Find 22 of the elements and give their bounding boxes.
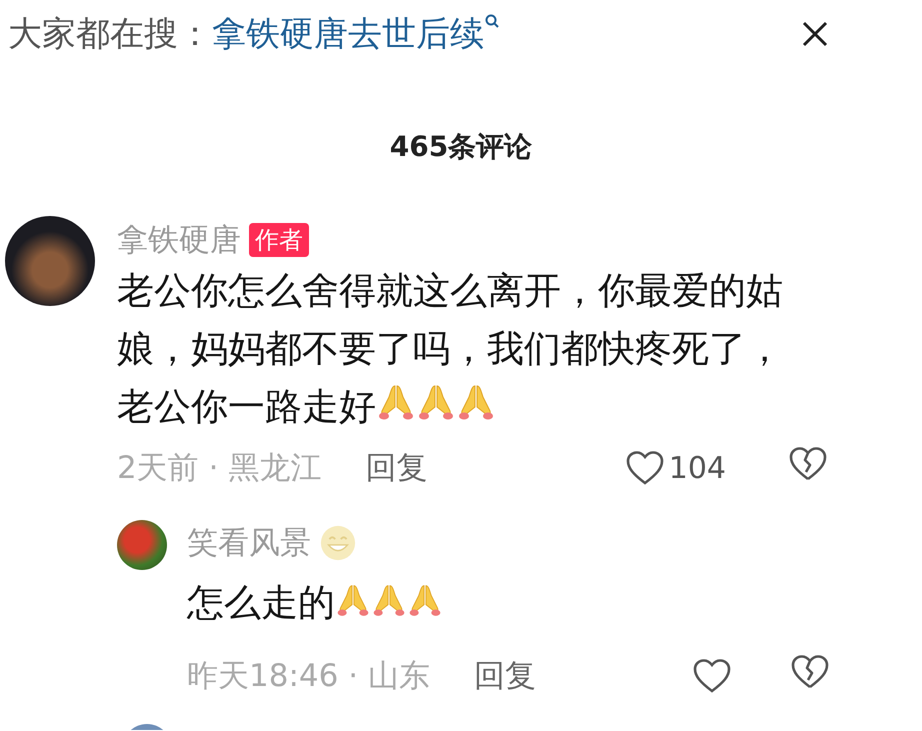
- trending-search-link[interactable]: 拿铁硬唐去世后续: [212, 11, 500, 57]
- reply-link[interactable]: 回复: [365, 447, 428, 489]
- trending-label: 大家都在搜：: [8, 13, 212, 56]
- like-count: 104: [668, 450, 726, 486]
- broken-heart-icon[interactable]: [790, 654, 830, 690]
- reply-link[interactable]: 回复: [474, 655, 536, 697]
- heart-icon[interactable]: [624, 450, 665, 486]
- close-icon[interactable]: [802, 21, 828, 47]
- search-icon: [484, 13, 500, 29]
- comment-time-location: 昨天18:46 · 山东: [187, 657, 430, 696]
- comment-text: 怎么走的: [187, 574, 797, 632]
- praying-hands-icon: [371, 583, 407, 619]
- broken-heart-icon[interactable]: [788, 446, 828, 482]
- comment-count: 465条评论: [390, 129, 532, 165]
- smiling-face-icon: [319, 524, 357, 562]
- comment-time-location: 2天前 · 黑龙江: [117, 449, 322, 488]
- praying-hands-icon: [335, 583, 371, 619]
- praying-hands-icon: [407, 583, 443, 619]
- heart-icon[interactable]: [692, 658, 732, 694]
- author-badge: 作者: [249, 223, 309, 257]
- avatar-photo-placeholder[interactable]: [117, 520, 167, 570]
- comment-text: 老公你怎么舍得就这么离开，你最爱的姑娘，妈妈都不要了吗，我们都快疼死了，老公你一路走好: [117, 268, 784, 430]
